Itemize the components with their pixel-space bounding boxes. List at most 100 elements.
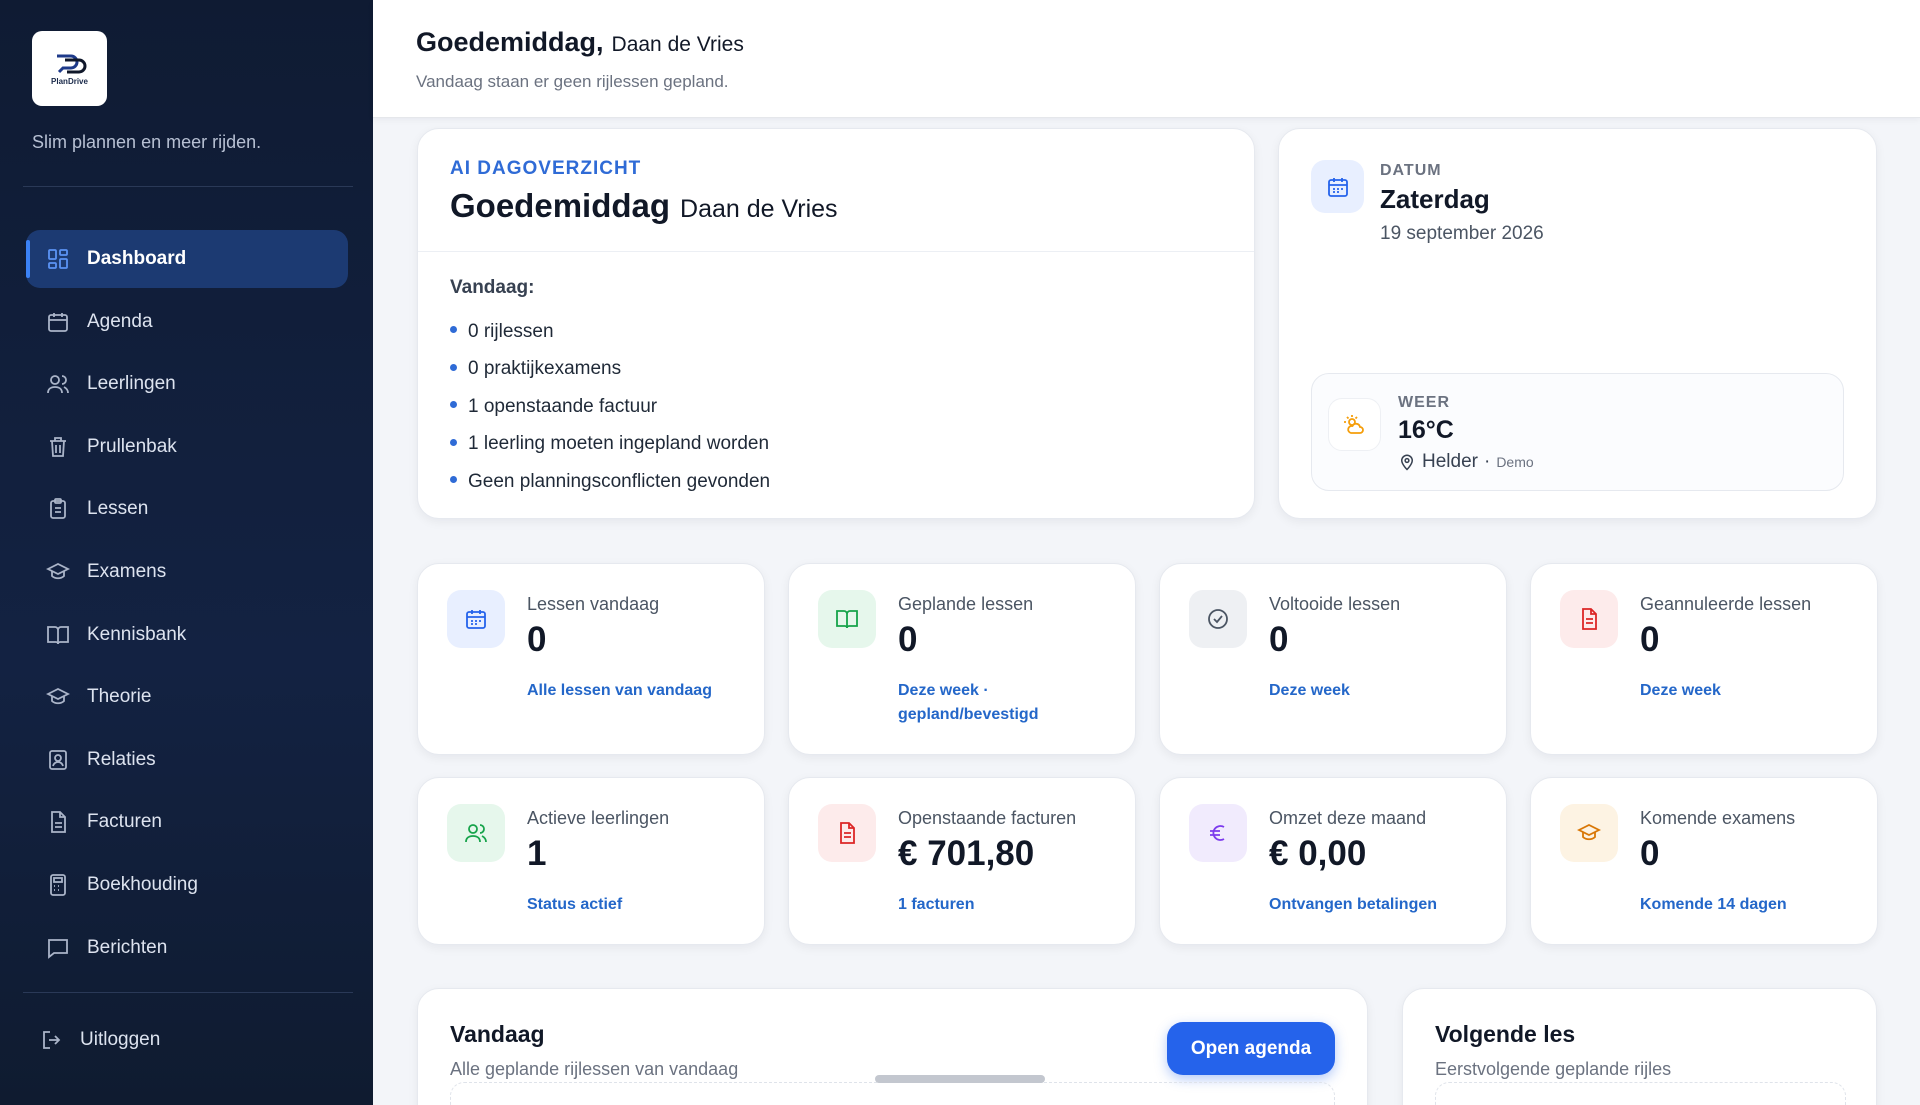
graduation-cap-icon	[46, 562, 70, 580]
sidebar-item-kennisbank[interactable]: Kennisbank	[26, 606, 348, 664]
sidebar-item-agenda[interactable]: Agenda	[26, 293, 348, 351]
logout-button[interactable]: Uitloggen	[40, 1028, 160, 1052]
sidebar-item-prullenbak[interactable]: Prullenbak	[26, 418, 348, 476]
ai-greeting: Goedemiddag Daan de Vries	[450, 187, 838, 225]
logo-mark-icon	[56, 54, 86, 73]
stat-title: Openstaande facturen	[898, 808, 1077, 828]
stat-title: Omzet deze maand	[1269, 808, 1427, 828]
stat-card-geplande-lessen[interactable]: Geplande lessen 0 Deze week · gepland/be…	[788, 563, 1136, 755]
location-pin-icon	[1400, 454, 1414, 471]
stat-card-lessen-vandaag[interactable]: Lessen vandaag 0 Alle lessen van vandaag	[417, 563, 765, 755]
stat-card-actieve-leerlingen[interactable]: Actieve leerlingen 1 Status actief	[417, 777, 765, 945]
book-open-icon	[836, 610, 858, 629]
next-lesson-panel: Volgende les Eerstvolgende geplande rijl…	[1402, 988, 1877, 1105]
date-icon-box	[1311, 160, 1364, 213]
list-item: Geen planningsconflicten gevonden	[450, 463, 1222, 501]
stat-link[interactable]: Status actief	[527, 893, 747, 917]
sidebar-divider	[23, 186, 353, 187]
stat-icon-box	[447, 590, 505, 648]
sidebar-item-label: Relaties	[87, 748, 156, 770]
stat-link[interactable]: 1 facturen	[898, 893, 1118, 917]
stat-title: Komende examens	[1640, 808, 1796, 828]
ai-overview-label: AI DAGOVERZICHT	[450, 158, 642, 179]
stat-title: Lessen vandaag	[527, 594, 660, 614]
stat-icon-box	[1560, 590, 1618, 648]
tagline: Slim plannen en meer rijden.	[32, 132, 262, 152]
calendar-icon	[466, 610, 486, 629]
stat-card-omzet-deze-maand[interactable]: Omzet deze maand € 0,00 Ontvangen betali…	[1159, 777, 1507, 945]
calendar-icon	[48, 312, 68, 332]
empty-lessons-placeholder	[450, 1082, 1335, 1105]
sidebar-item-examens[interactable]: Examens	[26, 543, 348, 601]
sidebar-item-leerlingen[interactable]: Leerlingen	[26, 355, 348, 413]
stat-link[interactable]: Ontvangen betalingen	[1269, 893, 1489, 917]
graduation-cap-icon	[46, 688, 70, 705]
file-text-icon	[840, 822, 855, 844]
stat-card-voltooide-lessen[interactable]: Voltooide lessen 0 Deze week	[1159, 563, 1507, 755]
users-icon	[47, 375, 69, 394]
sidebar-item-label: Berichten	[87, 936, 168, 958]
stat-card-geannuleerde-lessen[interactable]: Geannuleerde lessen 0 Deze week	[1530, 563, 1878, 755]
sidebar-divider	[23, 992, 353, 993]
panel-subtitle: Alle geplande rijlessen van vandaag	[450, 1059, 739, 1079]
weather-source: Demo	[1496, 454, 1534, 470]
sidebar-item-label: Theorie	[87, 686, 152, 708]
stat-value: € 0,00	[1269, 834, 1367, 873]
weather-label: WEER	[1398, 394, 1450, 411]
stat-link[interactable]: Deze week	[1640, 679, 1860, 703]
weather-icon-box	[1328, 398, 1381, 451]
stat-link[interactable]: Alle lessen van vandaag	[527, 679, 747, 703]
stat-title: Voltooide lessen	[1269, 594, 1401, 614]
list-item: 1 leerling moeten ingepland worden	[450, 426, 1222, 464]
list-item: 0 praktijkexamens	[450, 351, 1222, 389]
sidebar-nav: Dashboard Agenda Leerlingen Prullenbak L…	[26, 230, 348, 981]
panel-title: Volgende les	[1435, 1021, 1576, 1047]
sidebar-item-label: Boekhouding	[87, 873, 198, 895]
sidebar-item-facturen[interactable]: Facturen	[26, 793, 348, 851]
calculator-icon	[50, 874, 66, 896]
sidebar-item-label: Dashboard	[87, 248, 187, 269]
app-logo[interactable]: PlanDrive	[32, 31, 107, 106]
list-item: 1 openstaande factuur	[450, 388, 1222, 426]
open-agenda-button[interactable]: Open agenda	[1167, 1022, 1335, 1075]
clipboard-icon	[50, 498, 66, 520]
sidebar-item-label: Lessen	[87, 498, 149, 520]
sidebar-item-label: Examens	[87, 560, 167, 582]
stat-link[interactable]: Deze week · gepland/bevestigd	[898, 679, 1068, 727]
sidebar-item-relaties[interactable]: Relaties	[26, 731, 348, 789]
sidebar-item-label: Leerlingen	[87, 373, 176, 395]
sidebar-item-berichten[interactable]: Berichten	[26, 919, 348, 977]
book-icon	[47, 625, 69, 644]
stat-value: 0	[527, 620, 547, 659]
date-label: DATUM	[1380, 162, 1442, 179]
page-subtitle: Vandaag staan er geen rijlessen gepland.	[416, 72, 729, 91]
sidebar-item-label: Facturen	[87, 811, 162, 833]
file-icon	[51, 811, 66, 834]
stat-icon-box	[1189, 590, 1247, 648]
panel-subtitle: Eerstvolgende geplande rijles	[1435, 1059, 1672, 1079]
ai-summary-list: 0 rijlessen 0 praktijkexamens 1 openstaa…	[450, 313, 1222, 501]
weather-temp: 16°C	[1398, 416, 1454, 444]
stat-title: Geplande lessen	[898, 594, 1034, 614]
sidebar-item-label: Agenda	[87, 310, 153, 332]
date-card: DATUM Zaterdag 19 september 2026 WEER 16…	[1278, 128, 1877, 519]
sidebar-item-dashboard[interactable]: Dashboard	[26, 230, 348, 288]
ai-user-name: Daan de Vries	[680, 195, 838, 223]
sidebar-item-lessen[interactable]: Lessen	[26, 480, 348, 538]
stat-link[interactable]: Komende 14 dagen	[1640, 893, 1860, 917]
stat-link[interactable]: Deze week	[1269, 679, 1489, 703]
sidebar-item-theorie[interactable]: Theorie	[26, 668, 348, 726]
sidebar-item-label: Prullenbak	[87, 435, 177, 457]
horizontal-scrollbar[interactable]	[875, 1075, 1045, 1083]
stat-value: € 701,80	[898, 834, 1035, 873]
stat-card-openstaande-facturen[interactable]: Openstaande facturen € 701,80 1 facturen	[788, 777, 1136, 945]
stat-value: 0	[1269, 620, 1289, 659]
sidebar-item-boekhouding[interactable]: Boekhouding	[26, 856, 348, 914]
contact-icon	[49, 749, 67, 770]
stat-card-komende-examens[interactable]: Komende examens 0 Komende 14 dagen	[1530, 777, 1878, 945]
page-title: Goedemiddag, Daan de Vries	[416, 27, 744, 58]
date-day: Zaterdag	[1380, 184, 1490, 214]
logout-icon	[43, 1031, 61, 1049]
users-icon	[465, 824, 487, 843]
graduation-cap-icon	[1577, 823, 1601, 841]
